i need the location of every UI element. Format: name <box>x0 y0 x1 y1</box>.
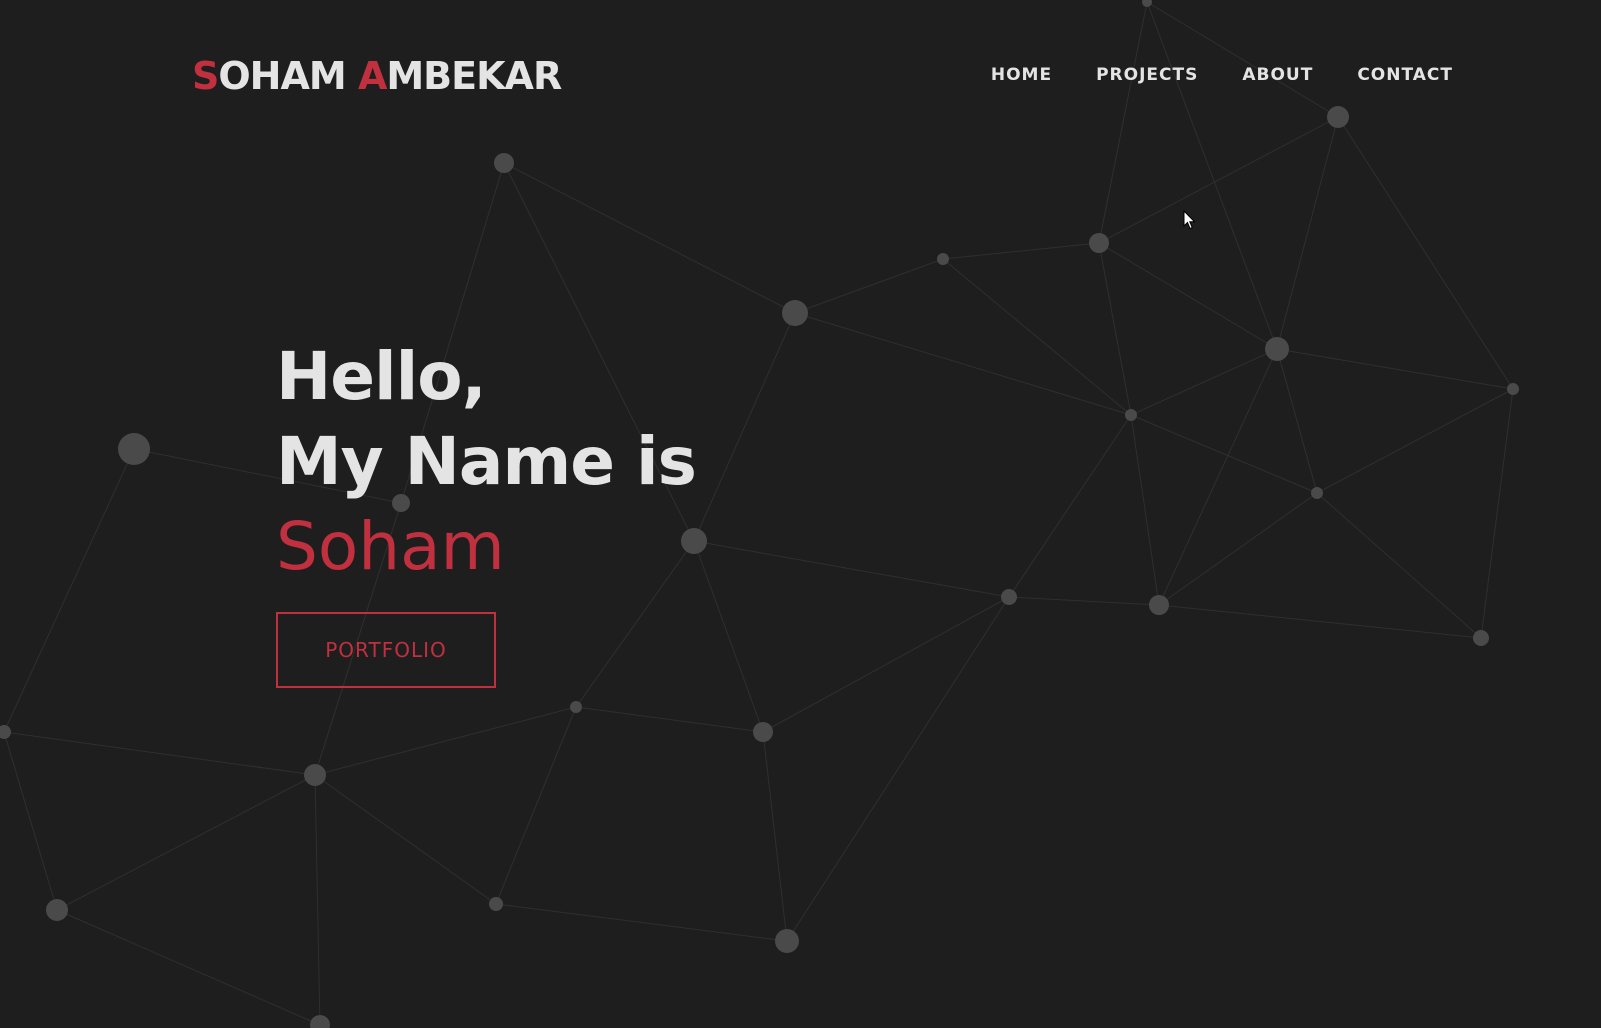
network-link <box>3 731 316 776</box>
network-node <box>0 725 11 739</box>
main-nav: HOME PROJECTS ABOUT CONTACT <box>991 62 1453 88</box>
network-node <box>570 701 582 713</box>
network-node <box>494 153 514 173</box>
site-logo[interactable]: SOHAM AMBEKAR <box>192 52 562 100</box>
hero-greeting: Hello, <box>276 338 487 415</box>
logo-last-initial: A <box>357 54 387 98</box>
network-link <box>762 731 788 942</box>
network-link <box>503 162 796 314</box>
network-link <box>1098 242 1278 350</box>
network-link <box>1008 414 1132 598</box>
hero-heading: Hello, My Name is Soham <box>276 334 697 589</box>
network-link <box>942 242 1100 260</box>
portfolio-button[interactable]: PORTFOLIO <box>276 612 496 688</box>
network-link <box>693 540 1010 598</box>
network-node <box>118 433 150 465</box>
network-node <box>46 899 68 921</box>
network-link <box>1158 604 1482 639</box>
network-link <box>942 258 1132 416</box>
particle-network-background <box>0 0 1519 1028</box>
hero-intro: My Name is <box>276 423 697 500</box>
network-link <box>762 596 1010 733</box>
site-header: SOHAM AMBEKAR HOME PROJECTS ABOUT CONTAC… <box>0 0 1601 150</box>
network-node <box>937 253 949 265</box>
network-link <box>1130 414 1160 606</box>
network-link <box>3 448 135 733</box>
network-link <box>1480 388 1514 639</box>
network-link <box>1337 116 1514 390</box>
nav-home-link[interactable]: HOME <box>991 62 1052 88</box>
network-link <box>56 909 321 1026</box>
network-link <box>56 774 316 911</box>
network-link <box>1158 492 1318 606</box>
network-link <box>314 706 577 776</box>
network-link <box>314 774 497 905</box>
hero-name: Soham <box>276 508 505 585</box>
network-link <box>3 731 58 911</box>
network-link <box>1276 116 1339 350</box>
network-link <box>495 903 788 942</box>
network-link <box>693 312 796 542</box>
network-node <box>1001 589 1017 605</box>
network-node <box>489 897 503 911</box>
network-node <box>1089 233 1109 253</box>
network-node <box>1311 487 1323 499</box>
network-link <box>1316 492 1482 639</box>
network-link <box>1276 348 1318 494</box>
network-link <box>794 312 1132 416</box>
network-node <box>1507 383 1519 395</box>
network-node <box>782 300 808 326</box>
nav-about-link[interactable]: ABOUT <box>1242 62 1313 88</box>
network-node <box>1265 337 1289 361</box>
network-node <box>753 722 773 742</box>
network-link <box>786 596 1010 942</box>
logo-first-rest: OHAM <box>218 54 358 98</box>
network-node <box>1473 630 1489 646</box>
nav-contact-link[interactable]: CONTACT <box>1357 62 1453 88</box>
network-node <box>1125 409 1137 421</box>
network-link <box>1276 348 1514 390</box>
network-link <box>1158 348 1278 606</box>
network-link <box>1130 414 1318 494</box>
network-link <box>1098 242 1132 416</box>
nav-projects-link[interactable]: PROJECTS <box>1096 62 1198 88</box>
network-link <box>495 706 577 905</box>
network-link <box>1316 388 1514 494</box>
network-node <box>1149 595 1169 615</box>
network-node <box>775 929 799 953</box>
network-link <box>794 258 944 314</box>
logo-last-rest: MBEKAR <box>386 54 562 98</box>
logo-first-initial: S <box>192 54 219 98</box>
mouse-cursor-icon <box>1183 210 1196 230</box>
network-node <box>310 1015 330 1028</box>
network-link <box>314 774 321 1026</box>
network-node <box>304 764 326 786</box>
network-link <box>1130 348 1278 416</box>
network-link <box>575 706 764 733</box>
network-link <box>693 540 764 733</box>
network-link <box>1008 596 1160 606</box>
